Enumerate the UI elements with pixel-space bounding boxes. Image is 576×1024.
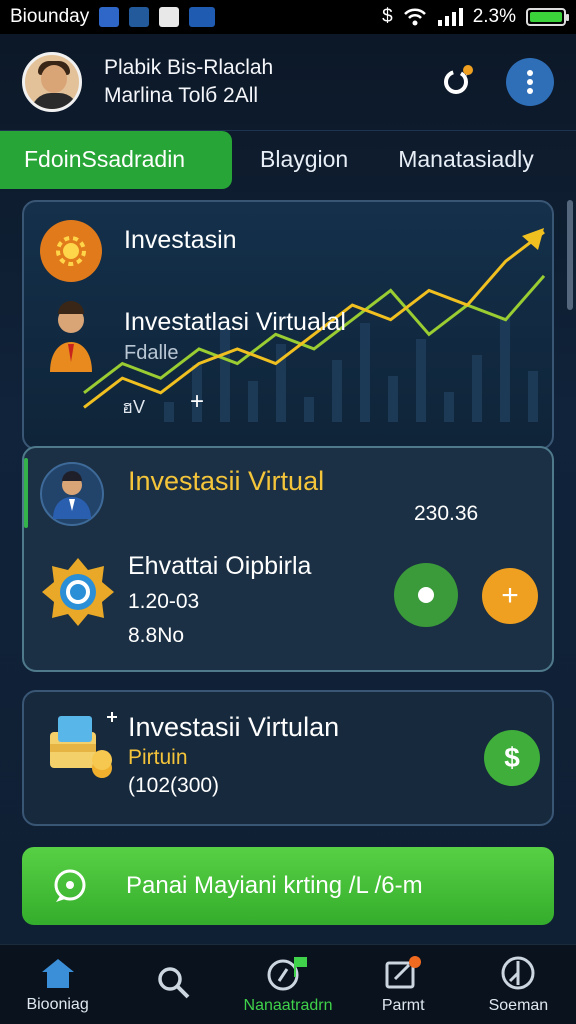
tab-third[interactable]: Manatasiadly — [378, 131, 554, 189]
background-candle — [248, 381, 258, 422]
app-icon-chart — [189, 7, 216, 27]
primary-action-label: Panai Mayiani krting /L /6-m — [126, 872, 423, 899]
background-candle — [472, 355, 482, 422]
nav-home[interactable]: Biooniag — [0, 945, 115, 1024]
card2-line1: 1.20-03 — [128, 590, 200, 613]
currency-icon: $ — [382, 6, 393, 27]
profile-header: Plabik Bis-Rlaclah Marlina Tolб 2All — [0, 34, 576, 130]
app-icon-blue — [99, 7, 120, 27]
chat-bubble-icon — [54, 869, 86, 902]
coin-badge-icon — [40, 556, 116, 628]
investor-profile-icon — [40, 462, 104, 526]
background-candle — [500, 318, 510, 422]
add-investment-button[interactable]: + — [482, 568, 538, 624]
card1-title: Investasin — [124, 226, 237, 254]
background-candle — [360, 323, 370, 422]
investor-avatar-icon — [42, 298, 100, 372]
profile-info: Plabik Bis-Rlaclah Marlina Tolб 2All — [104, 54, 273, 110]
card1-subtitle: Investatlasi Virtualal — [124, 308, 346, 336]
investment-overview-card[interactable]: Investasin Investatlasi Virtualal Fdalle… — [22, 200, 554, 450]
refresh-settings-button[interactable] — [432, 58, 480, 106]
dollar-button[interactable]: $ — [484, 730, 540, 786]
wifi-icon — [403, 8, 426, 26]
profile-name: Plabik Bis-Rlaclah — [104, 56, 274, 79]
dollar-icon: $ — [504, 742, 520, 773]
background-candle — [332, 360, 342, 422]
background-candle — [388, 376, 398, 422]
background-candle — [416, 339, 426, 422]
tab-bar: FdoinSsadradin Blaygion Manatasiadly — [0, 130, 576, 189]
money-stack-icon — [42, 708, 118, 788]
card2-title: Investasii Virtual — [128, 466, 325, 496]
kebab-menu-icon — [527, 70, 533, 94]
background-candle — [528, 371, 538, 422]
search-icon — [158, 966, 190, 998]
battery-icon — [526, 8, 569, 26]
virtual-investment-card[interactable]: Investasii Virtual 230.36 Ehvattai Oipbi… — [22, 446, 554, 672]
profile-subtitle: Marlina Tolб 2All — [104, 84, 259, 107]
background-candle — [444, 392, 454, 422]
home-icon — [41, 958, 74, 988]
scrollbar[interactable] — [567, 200, 573, 310]
card1-caption: Fdalle — [124, 342, 179, 364]
card3-value: (102(300) — [128, 774, 220, 797]
app-root: Biounday $ 2.3% Plabik Bis-Rlaclah Marli… — [0, 0, 576, 1024]
compass-icon — [501, 956, 535, 989]
nav-search[interactable] — [115, 945, 230, 1024]
edit-icon — [385, 955, 422, 988]
tab-second[interactable]: Blaygion — [240, 131, 368, 189]
status-bar: Biounday $ 2.3% — [0, 0, 576, 34]
carrier-name: Biounday — [10, 6, 90, 27]
nav-compass[interactable]: Soeman — [461, 945, 576, 1024]
record-button[interactable] — [394, 563, 458, 627]
dot-icon — [418, 587, 434, 603]
avatar[interactable] — [22, 52, 82, 112]
signal-icon — [437, 8, 463, 26]
nav-edit[interactable]: Parmt — [346, 945, 461, 1024]
app-icon-pen — [129, 7, 150, 27]
card2-line2: 8.8No — [128, 624, 185, 647]
flag-icon — [267, 956, 307, 990]
card3-subtitle: Pirtuin — [128, 746, 188, 769]
background-candle — [304, 397, 314, 422]
primary-action-button[interactable]: Panai Mayiani krting /L /6-m — [22, 847, 554, 925]
more-options-button[interactable] — [506, 58, 554, 106]
plus-icon: + — [501, 579, 519, 612]
card3-title: Investasii Virtulan — [128, 712, 340, 742]
tab-first[interactable]: FdoinSsadradin — [0, 130, 232, 189]
app-icon-image — [159, 7, 180, 27]
background-candle — [164, 402, 174, 422]
gear-badge-icon — [40, 220, 102, 282]
card2-label: Ehvattai Oipbirla — [128, 552, 312, 580]
gear-refresh-icon — [444, 65, 473, 94]
card1-plus: + — [190, 388, 205, 415]
card2-value: 230.36 — [414, 502, 479, 525]
nav-investment[interactable]: Nanaatradrn — [230, 945, 345, 1024]
card1-mini: ฮV — [122, 397, 145, 417]
portfolio-card[interactable]: Investasii Virtulan Pirtuin (102(300) $ — [22, 690, 554, 826]
background-candle — [220, 328, 230, 422]
battery-percent: 2.3% — [472, 6, 516, 27]
bottom-navigation: Biooniag Nanaatradrn Parmt Soeman — [0, 944, 576, 1024]
